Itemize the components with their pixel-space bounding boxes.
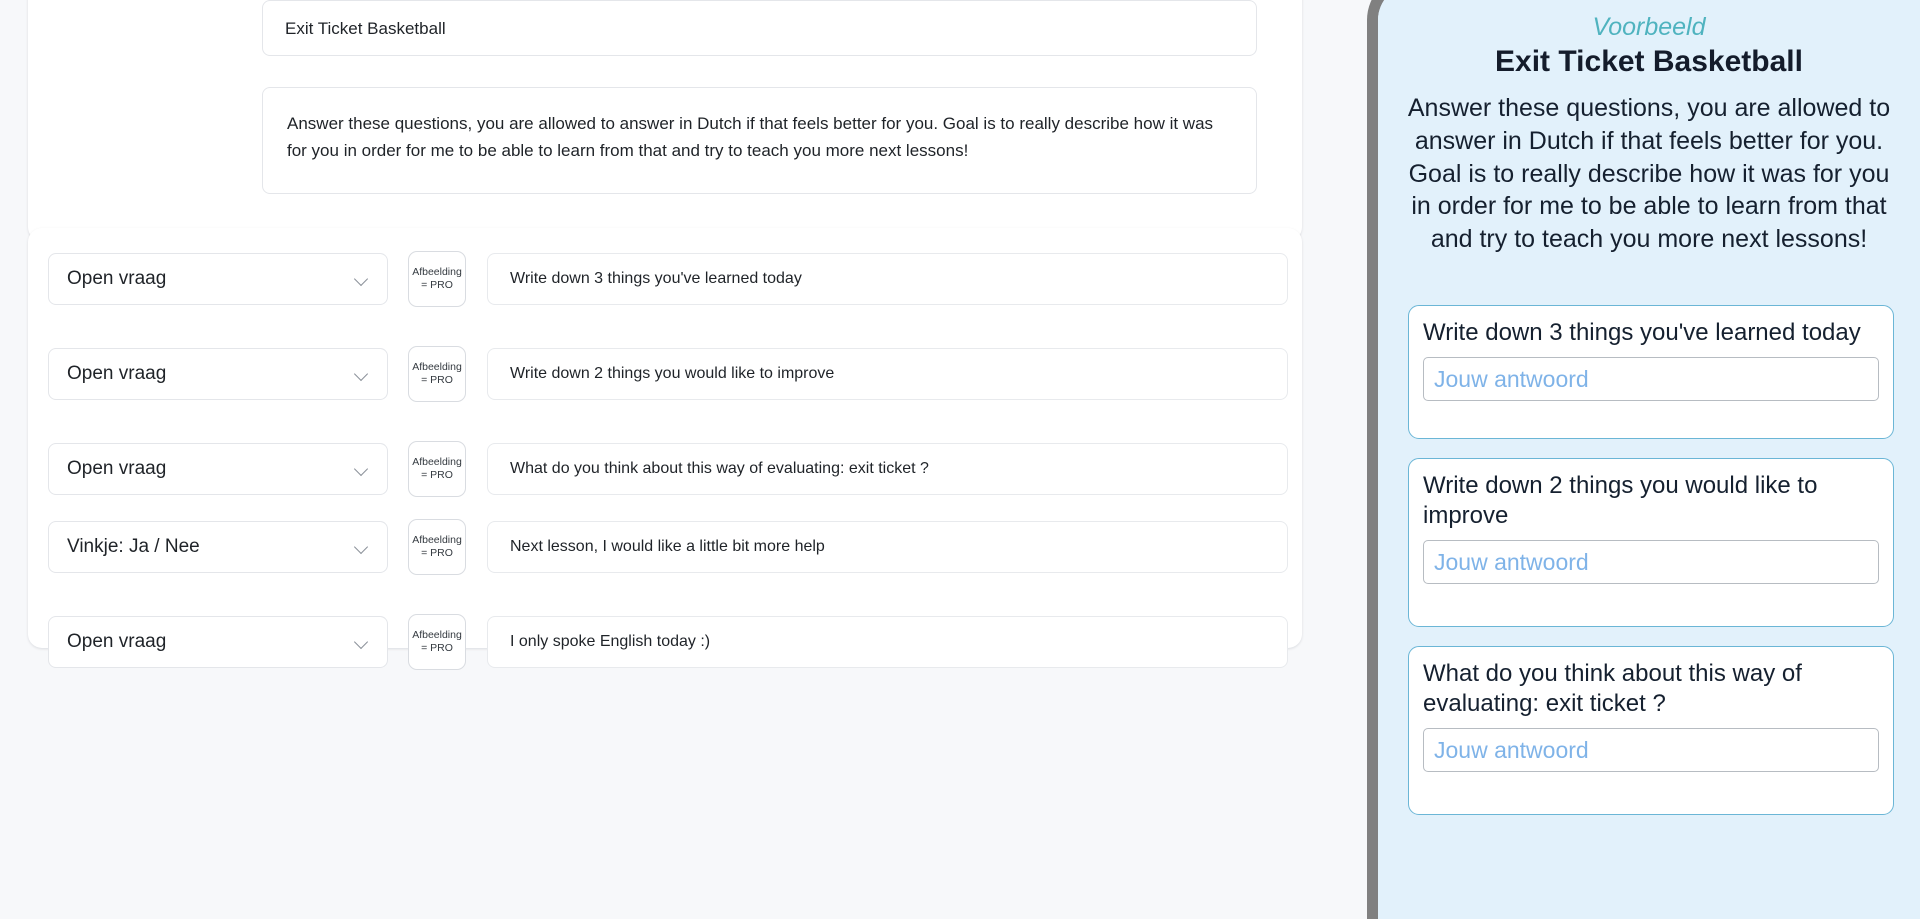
- pro-button-line2: = PRO: [421, 374, 453, 386]
- pro-button-line1: Afbeelding: [412, 455, 462, 468]
- question-text-value: Write down 3 things you've learned today: [510, 270, 802, 287]
- pro-button-line2: = PRO: [421, 547, 453, 559]
- form-description-value: Answer these questions, you are allowed …: [287, 114, 1214, 161]
- question-row: Open vraag Afbeelding = PRO Write down 2…: [48, 346, 1288, 402]
- image-pro-button[interactable]: Afbeelding = PRO: [408, 614, 466, 670]
- chevron-down-icon: [355, 272, 369, 286]
- question-text-input[interactable]: I only spoke English today :): [487, 616, 1288, 668]
- pro-button-line2: = PRO: [421, 642, 453, 654]
- form-title-input[interactable]: Exit Ticket Basketball: [262, 0, 1257, 56]
- preview-form-title: Exit Ticket Basketball: [1495, 45, 1803, 78]
- preview-answer-placeholder: Jouw antwoord: [1434, 736, 1589, 763]
- question-text-input[interactable]: Write down 3 things you've learned today: [487, 253, 1288, 305]
- question-type-select[interactable]: Open vraag: [48, 348, 388, 400]
- preview-answer-input[interactable]: Jouw antwoord: [1423, 728, 1879, 773]
- preview-answer-placeholder: Jouw antwoord: [1434, 365, 1589, 392]
- image-pro-button[interactable]: Afbeelding = PRO: [408, 346, 466, 402]
- pro-button-line1: Afbeelding: [412, 628, 462, 641]
- question-type-value: Open vraag: [67, 631, 167, 652]
- chevron-down-icon: [355, 462, 369, 476]
- question-type-select[interactable]: Open vraag: [48, 443, 388, 495]
- question-type-select[interactable]: Open vraag: [48, 616, 388, 668]
- question-type-select[interactable]: Vinkje: Ja / Nee: [48, 521, 388, 573]
- preview-question-card: What do you think about this way of eval…: [1408, 646, 1894, 815]
- question-type-value: Vinkje: Ja / Nee: [67, 536, 200, 557]
- pro-button-line1: Afbeelding: [412, 265, 462, 278]
- question-text-value: What do you think about this way of eval…: [510, 460, 929, 477]
- question-text-input[interactable]: Write down 2 things you would like to im…: [487, 348, 1288, 400]
- question-text-value: Write down 2 things you would like to im…: [510, 365, 835, 382]
- form-header-card: Exit Ticket Basketball Answer these ques…: [28, 0, 1302, 241]
- question-text-input[interactable]: What do you think about this way of eval…: [487, 443, 1288, 495]
- pro-button-line1: Afbeelding: [412, 533, 462, 546]
- phone-frame: Voorbeeld Exit Ticket Basketball Answer …: [1367, 0, 1920, 919]
- preview-question-text: Write down 2 things you would like to im…: [1423, 472, 1818, 530]
- pro-button-line2: = PRO: [421, 279, 453, 291]
- image-pro-button[interactable]: Afbeelding = PRO: [408, 519, 466, 575]
- pro-button-line1: Afbeelding: [412, 360, 462, 373]
- preview-answer-placeholder: Jouw antwoord: [1434, 548, 1589, 575]
- preview-form-description: Answer these questions, you are allowed …: [1407, 94, 1891, 253]
- preview-question-text: What do you think about this way of eval…: [1423, 660, 1802, 718]
- preview-content: Voorbeeld Exit Ticket Basketball Answer …: [1378, 0, 1920, 919]
- form-editor-column: Exit Ticket Basketball Answer these ques…: [0, 0, 1367, 893]
- question-type-value: Open vraag: [67, 268, 167, 289]
- form-title-value: Exit Ticket Basketball: [285, 19, 446, 38]
- question-type-select[interactable]: Open vraag: [48, 253, 388, 305]
- question-text-value: Next lesson, I would like a little bit m…: [510, 538, 825, 555]
- question-row: Vinkje: Ja / Nee Afbeelding = PRO Next l…: [48, 519, 1288, 575]
- preview-answer-input[interactable]: Jouw antwoord: [1423, 357, 1879, 402]
- preview-question-card: Write down 3 things you've learned today…: [1408, 305, 1894, 439]
- image-pro-button[interactable]: Afbeelding = PRO: [408, 251, 466, 307]
- question-row: Open vraag Afbeelding = PRO I only spoke…: [48, 614, 1288, 670]
- question-text-input[interactable]: Next lesson, I would like a little bit m…: [487, 521, 1288, 573]
- pro-button-line2: = PRO: [421, 469, 453, 481]
- question-type-value: Open vraag: [67, 363, 167, 384]
- chevron-down-icon: [355, 540, 369, 554]
- image-pro-button[interactable]: Afbeelding = PRO: [408, 441, 466, 497]
- chevron-down-icon: [355, 367, 369, 381]
- question-type-value: Open vraag: [67, 458, 167, 479]
- preview-label: Voorbeeld: [1592, 13, 1706, 41]
- question-text-value: I only spoke English today :): [510, 633, 711, 650]
- chevron-down-icon: [355, 635, 369, 649]
- preview-question-card: Write down 2 things you would like to im…: [1408, 458, 1894, 627]
- question-row: Open vraag Afbeelding = PRO Write down 3…: [48, 251, 1288, 307]
- preview-answer-input[interactable]: Jouw antwoord: [1423, 540, 1879, 585]
- question-row: Open vraag Afbeelding = PRO What do you …: [48, 441, 1288, 497]
- preview-question-text: Write down 3 things you've learned today: [1423, 319, 1861, 346]
- form-description-input[interactable]: Answer these questions, you are allowed …: [262, 87, 1257, 194]
- questions-card: Open vraag Afbeelding = PRO Write down 3…: [28, 228, 1302, 670]
- form-preview-panel: Voorbeeld Exit Ticket Basketball Answer …: [1367, 0, 1920, 919]
